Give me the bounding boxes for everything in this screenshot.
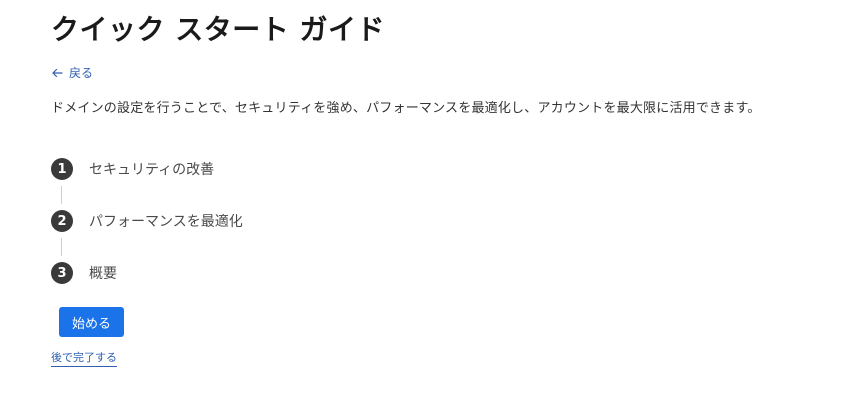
complete-later-link[interactable]: 後で完了する — [51, 350, 117, 367]
step-item-3: 3 概要 — [51, 262, 117, 284]
step-label-3: 概要 — [89, 266, 117, 282]
step-number-3: 3 — [51, 262, 73, 284]
quick-start-page: クイック スタート ガイド 戻る ドメインの設定を行うことで、セキュリティを強め… — [0, 0, 851, 413]
step-label-1: セキュリティの改善 — [89, 162, 215, 178]
intro-description: ドメインの設定を行うことで、セキュリティを強め、パフォーマンスを最適化し、アカウ… — [51, 101, 761, 116]
back-link-label: 戻る — [69, 66, 94, 80]
page-title: クイック スタート ガイド — [51, 13, 385, 46]
start-button[interactable]: 始める — [59, 307, 124, 337]
steps-list: 1 セキュリティの改善 2 パフォーマンスを最適化 3 概要 — [51, 158, 451, 288]
arrow-left-icon — [51, 67, 63, 79]
step-item-1: 1 セキュリティの改善 — [51, 158, 214, 180]
step-connector — [61, 186, 62, 204]
step-number-2: 2 — [51, 210, 73, 232]
back-link[interactable]: 戻る — [51, 64, 93, 82]
step-connector — [61, 238, 62, 256]
step-item-2: 2 パフォーマンスを最適化 — [51, 210, 243, 232]
step-label-2: パフォーマンスを最適化 — [89, 214, 243, 230]
step-number-1: 1 — [51, 158, 73, 180]
